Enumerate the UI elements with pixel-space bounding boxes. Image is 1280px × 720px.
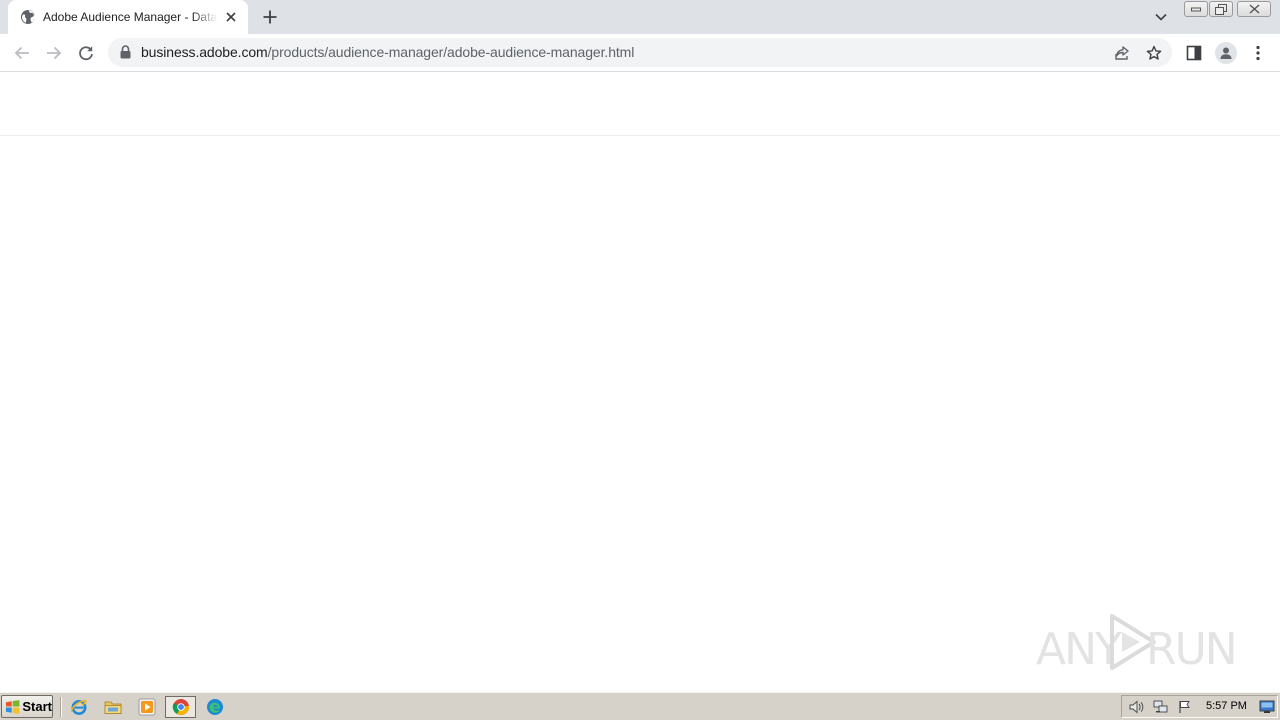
watermark-right-text: RUN [1146, 624, 1238, 675]
url-text[interactable]: business.adobe.com/products/audience-man… [141, 44, 634, 61]
side-panel-button[interactable] [1181, 40, 1207, 66]
tab-title: Adobe Audience Manager - Data Management… [43, 10, 218, 24]
quicklaunch-internet-explorer[interactable] [67, 696, 91, 718]
plus-icon [263, 10, 277, 24]
taskbar-separator [60, 697, 62, 717]
start-label: Start [22, 699, 52, 714]
show-desktop-button[interactable] [1258, 699, 1276, 715]
media-player-icon [138, 698, 156, 716]
browser-toolbar: business.adobe.com/products/audience-man… [0, 34, 1280, 72]
page-header-divider [0, 135, 1280, 136]
star-icon [1146, 45, 1162, 60]
file-explorer-icon [104, 701, 122, 714]
show-desktop-icon [1259, 700, 1275, 713]
menu-icon [1256, 45, 1260, 61]
share-button[interactable] [1111, 42, 1133, 64]
back-button[interactable] [9, 40, 35, 66]
flag-icon [1179, 701, 1190, 713]
internet-explorer-icon [71, 699, 87, 715]
volume-icon [1129, 700, 1144, 714]
edge-icon [207, 699, 223, 715]
windows-logo-icon [5, 699, 20, 714]
tray-network[interactable] [1152, 699, 1170, 715]
globe-icon [20, 9, 36, 25]
share-icon [1115, 46, 1129, 60]
profile-button[interactable] [1213, 40, 1239, 66]
close-icon [1249, 4, 1259, 14]
bookmark-star-button[interactable] [1143, 42, 1165, 64]
url-path: /products/audience-manager/adobe-audienc… [267, 44, 635, 60]
anyrun-watermark: ANY RUN [1036, 610, 1238, 675]
start-button[interactable]: Start [1, 695, 53, 718]
windows-taskbar: Start 5:57 PM [0, 692, 1280, 720]
window-close-button[interactable] [1237, 1, 1271, 17]
window-minimize-button[interactable] [1184, 1, 1208, 17]
lock-icon[interactable] [120, 45, 134, 60]
forward-button[interactable] [41, 40, 67, 66]
page-viewport: ANY RUN [0, 72, 1280, 692]
network-icon [1153, 700, 1168, 713]
taskbar-clock[interactable]: 5:57 PM [1206, 700, 1247, 712]
forward-icon [47, 46, 62, 60]
new-tab-button[interactable] [258, 5, 282, 29]
address-bar[interactable]: business.adobe.com/products/audience-man… [108, 38, 1172, 67]
reload-icon [79, 46, 93, 61]
side-panel-icon [1186, 45, 1202, 61]
browser-menu-button[interactable] [1245, 40, 1271, 66]
profile-icon [1215, 42, 1237, 64]
quicklaunch-edge[interactable] [203, 696, 227, 718]
window-restore-button[interactable] [1209, 1, 1233, 17]
chrome-icon [172, 699, 189, 715]
restore-icon [1215, 3, 1227, 15]
back-icon [14, 46, 29, 60]
chevron-down-icon [1155, 13, 1167, 21]
url-host: business.adobe.com [141, 44, 268, 60]
quicklaunch-media-player[interactable] [135, 696, 159, 718]
tray-volume[interactable] [1128, 699, 1146, 715]
tab-strip: Adobe Audience Manager - Data Management… [0, 0, 1280, 34]
tab-close-icon[interactable] [223, 9, 239, 25]
minimize-icon [1191, 7, 1201, 12]
browser-tab-active[interactable]: Adobe Audience Manager - Data Management… [8, 0, 248, 34]
reload-button[interactable] [73, 40, 99, 66]
tab-search-button[interactable] [1150, 6, 1172, 28]
quicklaunch-file-explorer[interactable] [101, 696, 125, 718]
system-tray: 5:57 PM [1121, 695, 1278, 718]
taskbar-chrome-button[interactable] [165, 696, 196, 718]
tray-action-center[interactable] [1176, 699, 1194, 715]
